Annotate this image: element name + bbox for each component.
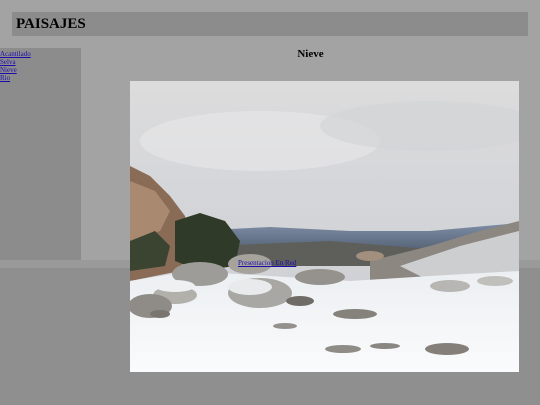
sidebar-nav: Acantilado Selva Nieve Rio <box>0 48 81 260</box>
site-title: PAISAJES <box>16 16 86 32</box>
site-header: PAISAJES <box>12 12 528 36</box>
page-heading: Nieve <box>297 48 324 60</box>
presentation-link[interactable]: Presentacion En Red <box>238 259 296 267</box>
snow-landscape-image <box>130 81 519 372</box>
sidebar-link-rio[interactable]: Rio <box>0 74 10 82</box>
